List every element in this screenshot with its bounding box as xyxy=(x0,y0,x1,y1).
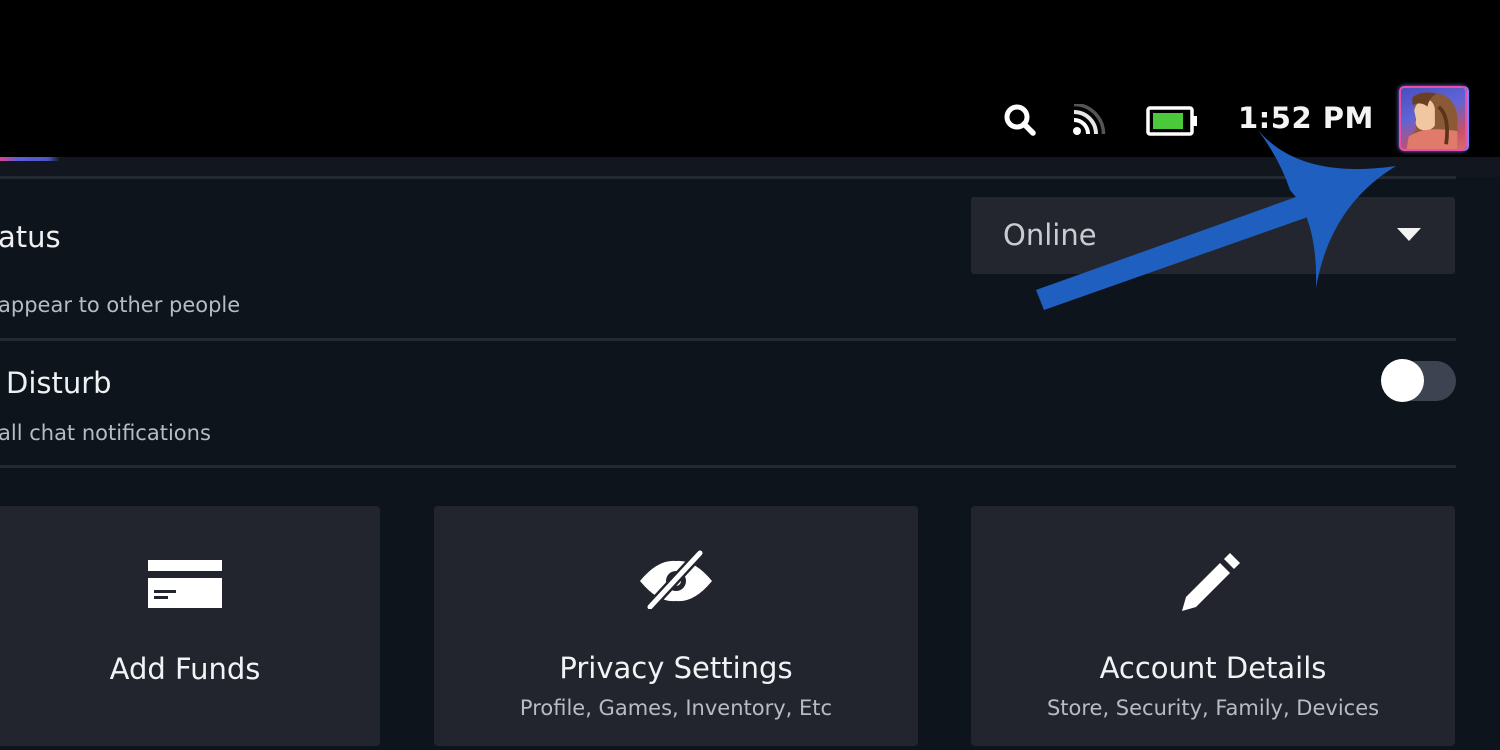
avatar[interactable] xyxy=(1399,86,1467,151)
status-dropdown-value: Online xyxy=(1003,218,1097,252)
broadcast-icon[interactable] xyxy=(1072,102,1106,140)
card-subtitle: Profile, Games, Inventory, Etc xyxy=(519,696,833,720)
divider xyxy=(0,338,1456,341)
privacy-settings-card[interactable]: Privacy Settings Profile, Games, Invento… xyxy=(434,506,918,746)
card-title: Account Details xyxy=(1099,651,1327,685)
divider xyxy=(0,176,1456,179)
card-title: Privacy Settings xyxy=(559,651,793,685)
status-row-title: atus xyxy=(0,220,61,254)
toggle-knob xyxy=(1381,359,1424,402)
active-tab-indicator xyxy=(0,157,60,161)
account-details-card[interactable]: Account Details Store, Security, Family,… xyxy=(971,506,1455,746)
dnd-row-title: Disturb xyxy=(6,366,112,400)
do-not-disturb-toggle[interactable] xyxy=(1381,359,1456,402)
chevron-down-icon xyxy=(1397,228,1421,241)
card-subtitle: Store, Security, Family, Devices xyxy=(1046,696,1380,720)
credit-card-icon xyxy=(148,560,222,614)
pencil-icon xyxy=(1178,549,1248,619)
divider xyxy=(0,465,1456,468)
clock: 1:52 PM xyxy=(1238,101,1374,135)
header-band xyxy=(0,157,1500,177)
status-dropdown[interactable]: Online xyxy=(971,197,1455,274)
battery-icon[interactable] xyxy=(1146,106,1198,140)
card-title: Add Funds xyxy=(109,652,261,686)
eye-slash-icon xyxy=(636,549,716,613)
top-status-bar: 1:52 PM xyxy=(0,0,1500,157)
dnd-row-description: all chat notifications xyxy=(0,421,211,445)
status-row-description: appear to other people xyxy=(0,293,241,317)
search-icon[interactable] xyxy=(1003,103,1037,141)
add-funds-card[interactable]: Add Funds xyxy=(0,506,380,746)
